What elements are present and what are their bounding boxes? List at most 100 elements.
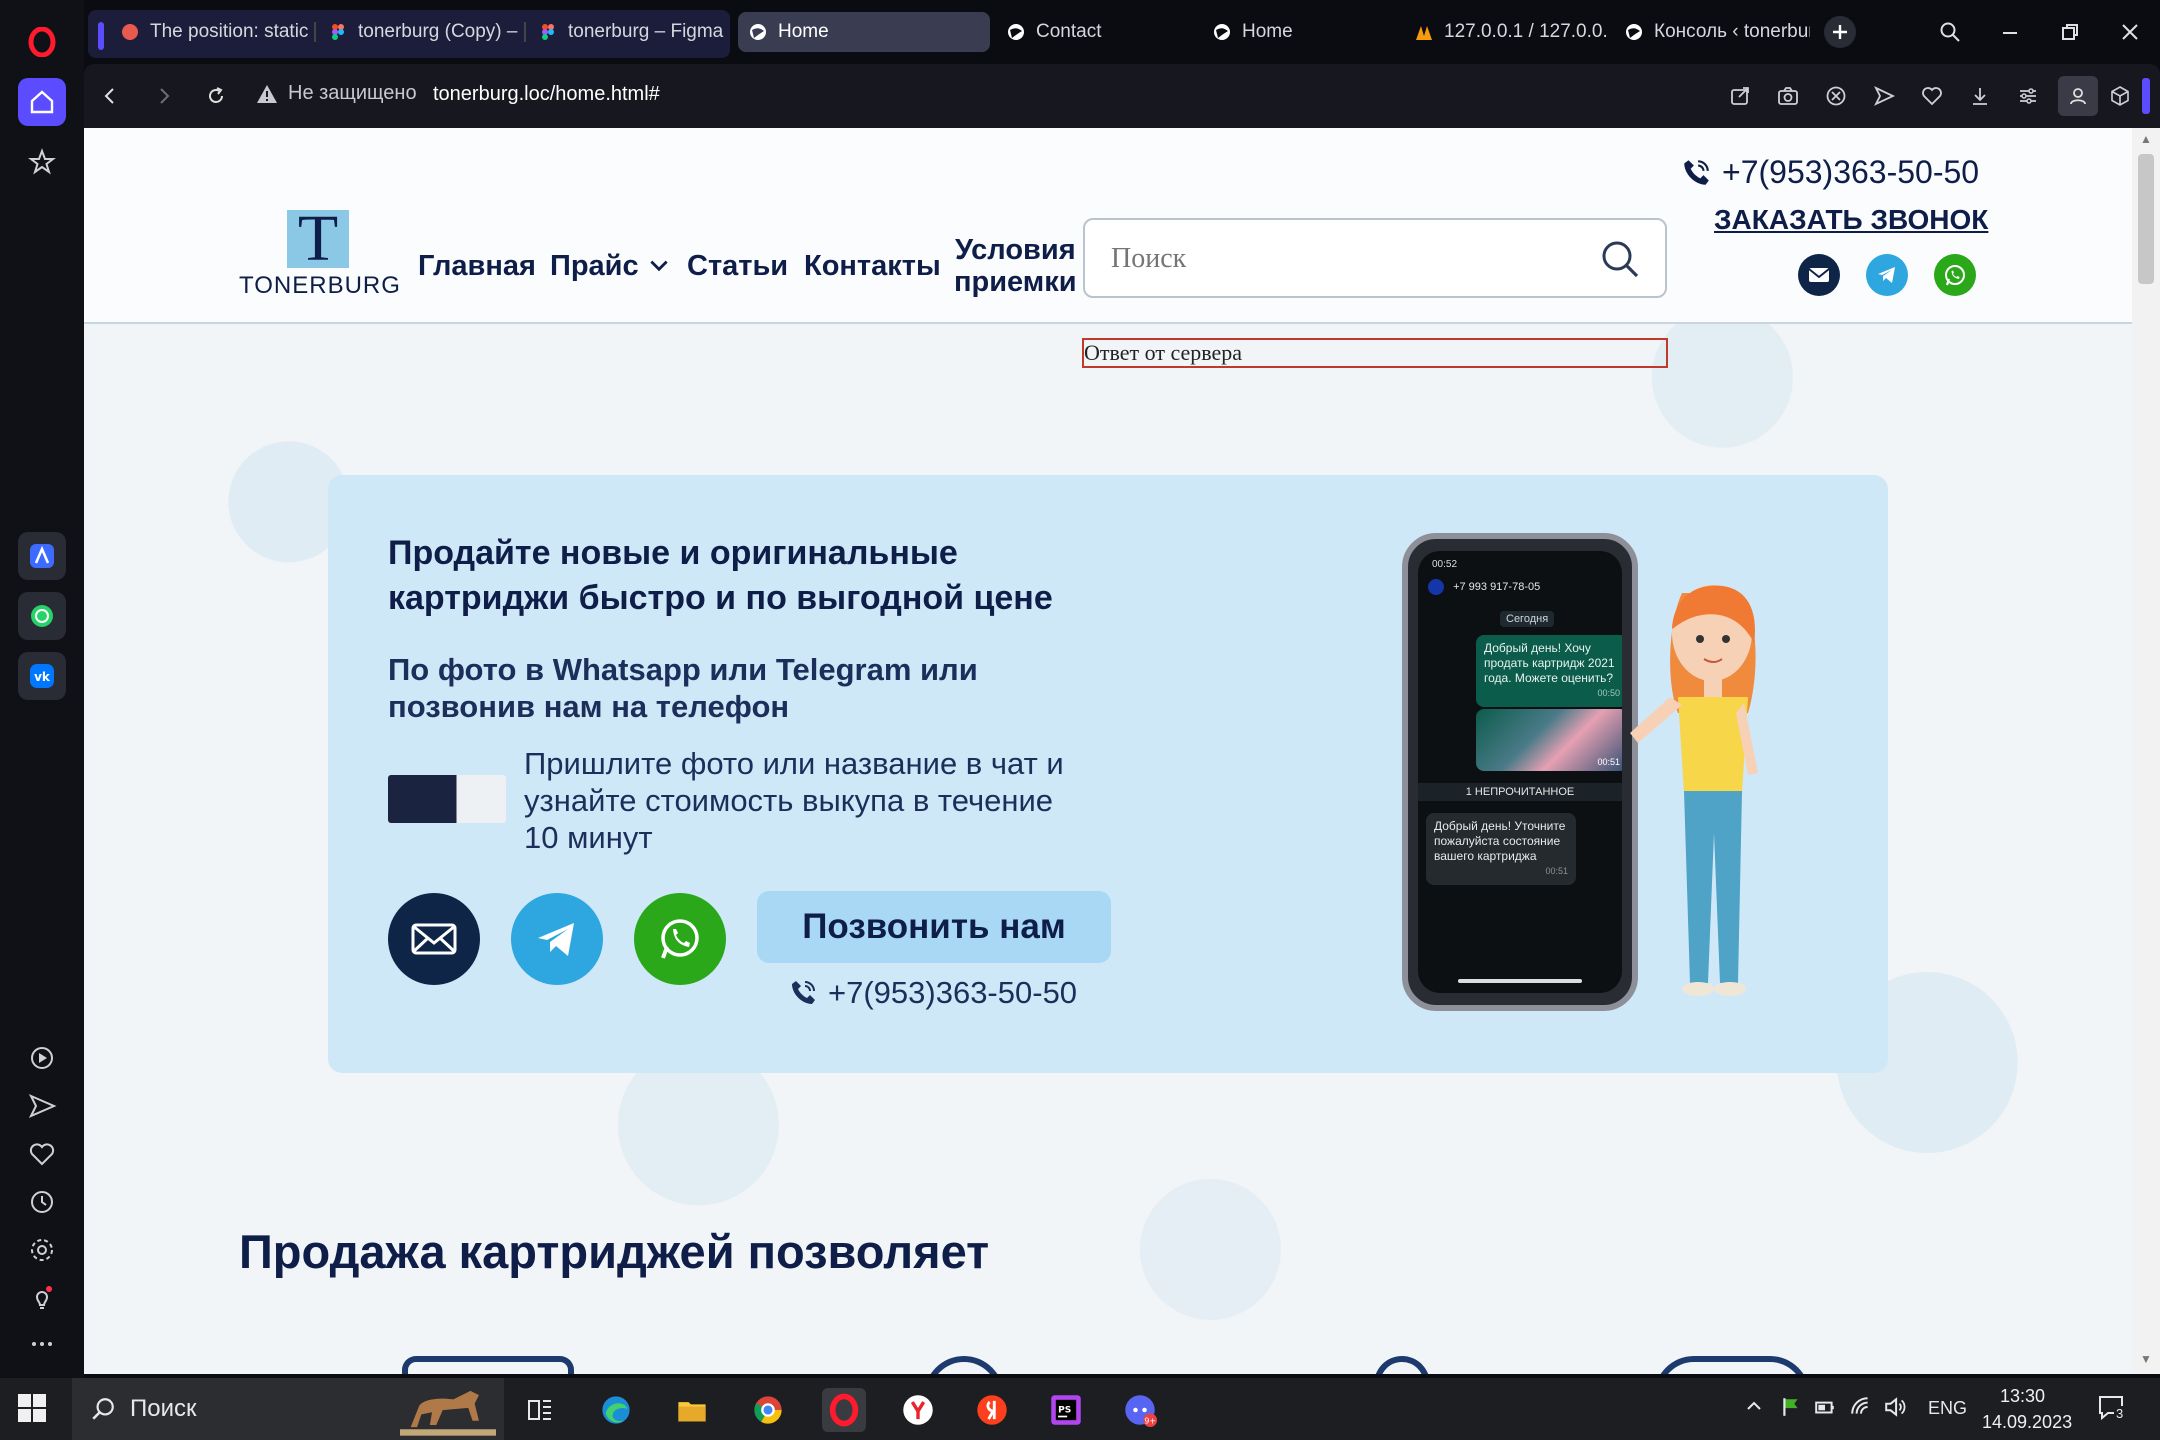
minimize-icon[interactable] bbox=[1992, 14, 2028, 50]
tab-console[interactable]: Консоль ‹ tonerburg bbox=[1614, 12, 1810, 52]
notification-center-icon[interactable]: 3 bbox=[2096, 1392, 2126, 1427]
reload-icon[interactable] bbox=[198, 78, 234, 114]
tab-tonerburg-figma[interactable]: tonerburg – Figma bbox=[528, 12, 724, 52]
home-icon[interactable] bbox=[18, 78, 66, 126]
opera-taskbar-icon[interactable] bbox=[822, 1388, 866, 1432]
yandex-browser-icon[interactable] bbox=[896, 1388, 940, 1432]
hero-title: Продайте новые и оригинальные картриджи … bbox=[388, 534, 1053, 617]
extensions-cube-icon[interactable] bbox=[2104, 80, 2136, 112]
tray-chevron-up-icon[interactable] bbox=[1744, 1396, 1764, 1421]
tray-battery-icon[interactable] bbox=[1814, 1396, 1836, 1423]
history-clock-icon[interactable] bbox=[18, 1178, 66, 1226]
whatsapp-sidebar-icon[interactable] bbox=[18, 592, 66, 640]
tab-tonerburg-copy[interactable]: tonerburg (Copy) – F bbox=[318, 12, 518, 52]
easy-setup-icon[interactable] bbox=[2012, 80, 2044, 112]
tray-volume-icon[interactable] bbox=[1884, 1396, 1906, 1423]
discord-icon[interactable]: 9+ bbox=[1118, 1388, 1162, 1432]
figma-icon bbox=[538, 22, 558, 42]
restore-icon[interactable] bbox=[2052, 14, 2088, 50]
player-icon[interactable] bbox=[18, 1034, 66, 1082]
order-callback-link[interactable]: ЗАКАЗАТЬ ЗВОНОК bbox=[1714, 204, 1988, 236]
vk-sidebar-icon[interactable]: vk bbox=[18, 652, 66, 700]
settings-gear-icon[interactable] bbox=[18, 1226, 66, 1274]
tab-home-active[interactable]: Home bbox=[738, 12, 990, 52]
site-logo[interactable]: T TONERBURG bbox=[239, 206, 400, 300]
nav-articles[interactable]: Статьи bbox=[687, 250, 788, 282]
header-telegram-button[interactable] bbox=[1866, 254, 1908, 296]
download-icon[interactable] bbox=[1964, 80, 1996, 112]
telegram-icon bbox=[1878, 267, 1895, 283]
tab-position-static[interactable]: The position: static p bbox=[110, 12, 310, 52]
chat-contact: +7 993 917-78-05 bbox=[1453, 580, 1541, 593]
tab-title: tonerburg – Figma bbox=[568, 21, 724, 42]
hero-telegram-button[interactable] bbox=[511, 893, 603, 985]
header-whatsapp-button[interactable] bbox=[1934, 254, 1976, 296]
tab-title: Home bbox=[1242, 21, 1293, 42]
clock-date[interactable]: 14.09.2023 bbox=[1982, 1412, 2072, 1433]
nav-conditions[interactable]: Условия приемки bbox=[954, 234, 1077, 298]
edge-icon[interactable] bbox=[594, 1388, 638, 1432]
file-explorer-icon[interactable] bbox=[670, 1388, 714, 1432]
nav-price[interactable]: Прайс bbox=[550, 250, 671, 282]
forward-arrow-icon[interactable] bbox=[146, 78, 182, 114]
windows-start-icon[interactable] bbox=[16, 1392, 48, 1424]
scroll-thumb[interactable] bbox=[2138, 154, 2154, 284]
tab-phpmyadmin[interactable]: 127.0.0.1 / 127.0.0.1 bbox=[1404, 12, 1608, 52]
bookmarks-star-icon[interactable] bbox=[18, 138, 66, 186]
feature-icon-partial bbox=[1654, 1356, 1810, 1374]
hero-whatsapp-button[interactable] bbox=[634, 893, 726, 985]
whatsapp-icon bbox=[1945, 265, 1965, 286]
heart-icon[interactable] bbox=[18, 1130, 66, 1178]
outgoing-message-time: 00:50 bbox=[1597, 688, 1620, 698]
search-input[interactable] bbox=[1111, 238, 1581, 280]
camera-icon[interactable] bbox=[1772, 80, 1804, 112]
tab-contact[interactable]: Contact bbox=[996, 12, 1192, 52]
tray-flag-icon[interactable] bbox=[1780, 1396, 1802, 1423]
lightbulb-icon[interactable] bbox=[18, 1274, 66, 1322]
send-icon[interactable] bbox=[18, 1082, 66, 1130]
hero-mail-button[interactable] bbox=[388, 893, 480, 985]
section-title: Продажа картриджей позволяет bbox=[239, 1225, 990, 1278]
scroll-up-arrow-icon[interactable]: ▲ bbox=[2138, 132, 2154, 148]
yandex-icon[interactable] bbox=[970, 1388, 1014, 1432]
call-us-button[interactable]: Позвонить нам bbox=[757, 891, 1111, 963]
hero-phone[interactable]: +7(953)363-50-50 bbox=[788, 975, 1077, 1011]
task-view-icon[interactable] bbox=[518, 1388, 562, 1432]
opera-logo-icon[interactable] bbox=[18, 18, 66, 66]
chrome-icon[interactable] bbox=[746, 1388, 790, 1432]
tray-language[interactable]: ENG bbox=[1928, 1398, 1967, 1419]
phpstorm-icon[interactable]: PS bbox=[1044, 1388, 1088, 1432]
tab-home-2[interactable]: Home bbox=[1202, 12, 1398, 52]
new-tab-plus-icon[interactable] bbox=[1824, 16, 1856, 48]
page-viewport[interactable]: T TONERBURG Главная Прайс Статьи Контакт… bbox=[84, 128, 2132, 1374]
search-icon[interactable] bbox=[1599, 238, 1641, 280]
bookmark-heart-icon[interactable] bbox=[1916, 80, 1948, 112]
tab-search-icon[interactable] bbox=[1932, 14, 1968, 50]
header-mail-button[interactable] bbox=[1798, 254, 1840, 296]
feature-icon-partial bbox=[924, 1356, 1004, 1374]
close-window-icon[interactable] bbox=[2112, 14, 2148, 50]
adblock-icon[interactable] bbox=[1820, 80, 1852, 112]
aria-ai-icon[interactable] bbox=[18, 532, 66, 580]
share-icon[interactable] bbox=[1724, 80, 1756, 112]
url-field[interactable]: tonerburg.loc/home.html# bbox=[433, 83, 660, 106]
taskbar-search-label: Поиск bbox=[130, 1395, 197, 1422]
address-bar: Не защищено tonerburg.loc/home.html# bbox=[84, 64, 2160, 128]
mail-icon bbox=[1808, 268, 1830, 282]
flow-send-icon[interactable] bbox=[1868, 80, 1900, 112]
scroll-down-arrow-icon[interactable]: ▼ bbox=[2138, 1352, 2154, 1368]
profile-icon[interactable] bbox=[2058, 76, 2098, 116]
nav-contacts[interactable]: Контакты bbox=[804, 250, 941, 282]
chat-header: +7 993 917-78-05 bbox=[1428, 579, 1540, 595]
clock-time[interactable]: 13:30 bbox=[2000, 1386, 2045, 1407]
page-scrollbar[interactable]: ▲ ▼ bbox=[2132, 128, 2160, 1374]
security-indicator[interactable]: Не защищено bbox=[256, 82, 417, 105]
header-phone[interactable]: +7(953)363-50-50 bbox=[1680, 154, 1979, 191]
more-dots-icon[interactable] bbox=[18, 1320, 66, 1368]
outgoing-message: Добрый день! Хочу продать картридж 2021 … bbox=[1476, 635, 1622, 707]
taskbar-search[interactable]: Поиск bbox=[72, 1378, 504, 1440]
chat-avatar bbox=[1428, 579, 1444, 595]
nav-home[interactable]: Главная bbox=[418, 250, 536, 282]
back-arrow-icon[interactable] bbox=[92, 78, 128, 114]
tray-wifi-icon[interactable] bbox=[1850, 1396, 1872, 1423]
